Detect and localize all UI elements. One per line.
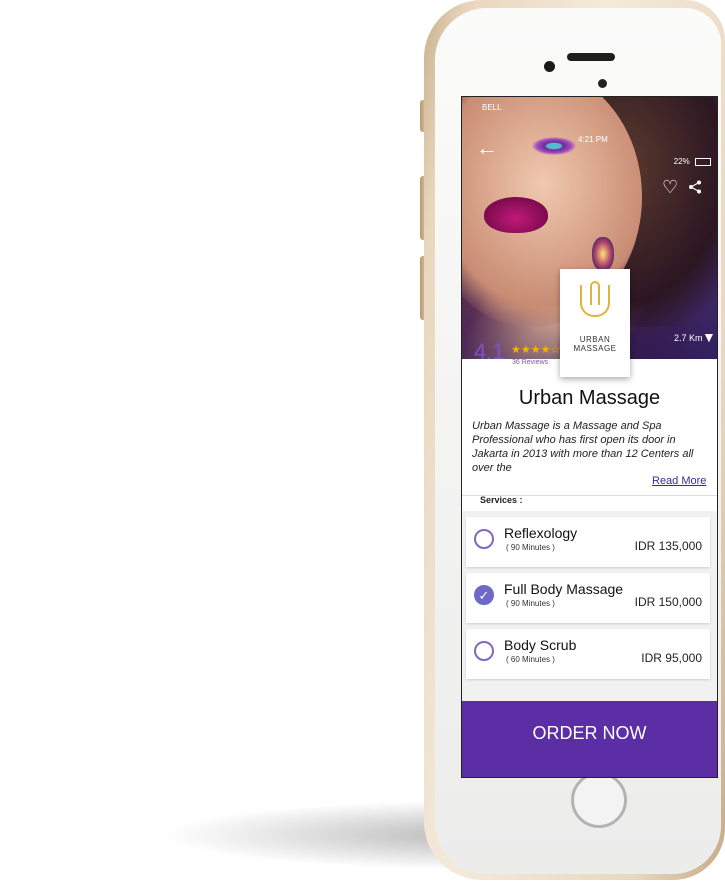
vendor-logo-icon: [580, 281, 610, 317]
battery-status: 22%: [674, 157, 711, 166]
distance-label: 2.7 Km: [674, 333, 703, 343]
order-now-button[interactable]: ORDER NOW: [462, 701, 717, 777]
hero-earring: [592, 237, 614, 271]
carrier-label: BELL: [482, 103, 502, 112]
service-price: IDR 95,000: [641, 651, 702, 665]
services-list: Reflexology ( 90 Minutes ) IDR 135,000 ✓…: [462, 511, 717, 701]
location-pin-icon: ▼: [702, 329, 716, 345]
service-name: Body Scrub: [504, 637, 577, 653]
radio-unchecked-icon[interactable]: [474, 529, 494, 549]
radio-checked-icon[interactable]: ✓: [474, 585, 494, 605]
vendor-logo-card: URBAN MASSAGE: [560, 269, 630, 377]
service-item-body-scrub[interactable]: Body Scrub ( 60 Minutes ) IDR 95,000: [466, 629, 710, 679]
earpiece-speaker: [567, 53, 615, 61]
hero-eye: [532, 137, 576, 155]
service-item-reflexology[interactable]: Reflexology ( 90 Minutes ) IDR 135,000: [466, 517, 710, 567]
rating-block: 4.1 ★★★★☆ 36 Reviews: [474, 339, 560, 366]
service-duration: ( 60 Minutes ): [506, 655, 555, 664]
service-price: IDR 135,000: [634, 539, 702, 553]
rating-value: 4.1: [474, 339, 505, 364]
battery-label: 22%: [673, 157, 690, 166]
proximity-sensor: [598, 79, 607, 88]
hero-lips: [484, 197, 548, 233]
service-item-full-body-massage[interactable]: ✓ Full Body Massage ( 90 Minutes ) IDR 1…: [466, 573, 710, 623]
reviews-link[interactable]: 36 Reviews: [512, 359, 560, 366]
vendor-description: Urban Massage is a Massage and Spa Profe…: [472, 420, 694, 474]
rating-stars: ★★★★☆: [511, 344, 561, 356]
home-button[interactable]: [571, 772, 627, 828]
clock-label: 4:21 PM: [578, 135, 608, 144]
heart-icon[interactable]: ♡: [662, 177, 678, 198]
radio-unchecked-icon[interactable]: [474, 641, 494, 661]
vendor-logo-text: URBAN MASSAGE: [573, 335, 617, 353]
service-name: Reflexology: [504, 525, 578, 541]
front-camera: [544, 61, 555, 72]
back-arrow-icon[interactable]: ←: [476, 137, 498, 159]
battery-icon: [695, 157, 711, 166]
service-duration: ( 90 Minutes ): [506, 543, 555, 552]
services-label: Services :: [480, 495, 523, 505]
read-more-link[interactable]: Read More: [652, 475, 706, 487]
service-duration: ( 90 Minutes ): [506, 599, 555, 608]
share-icon[interactable]: [688, 180, 702, 198]
app-screen: BELL 4:21 PM 22% ← ♡ 2.7 Km ▼ URBAN MASS…: [461, 96, 718, 778]
vendor-title: Urban Massage: [518, 387, 661, 409]
service-price: IDR 150,000: [634, 595, 702, 609]
service-name: Full Body Massage: [504, 581, 624, 597]
